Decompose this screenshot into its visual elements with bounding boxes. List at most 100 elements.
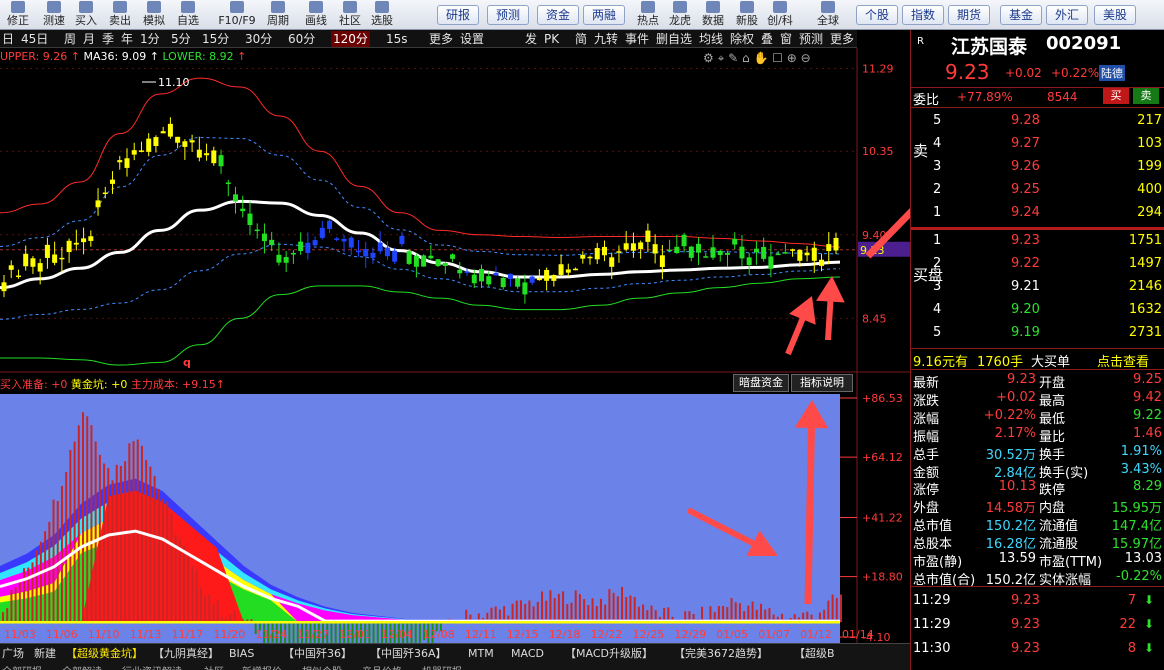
period-item-13[interactable]: 更多 (429, 31, 453, 47)
bid-volume-4: 1632 (1128, 302, 1162, 317)
period-item-2[interactable]: 周 (64, 31, 76, 47)
period-item-14[interactable]: 设置 (460, 31, 484, 47)
indicator-tab-6[interactable]: 【中国歼36A】 (370, 646, 447, 661)
x-date-label-12: 12/15 (507, 628, 539, 641)
quick-buy-button[interactable]: 买 (1103, 88, 1129, 104)
toolbar-button-12[interactable]: 龙虎 (664, 0, 696, 30)
toolbar-button-6[interactable]: F10/F9 (214, 0, 260, 30)
sub-tab-1[interactable]: 全部解读 (62, 663, 102, 670)
toolbar-tab-3[interactable]: 两融 (583, 5, 626, 25)
period-item-6[interactable]: 1分 (140, 31, 160, 47)
indicator-tab-10[interactable]: 【完美3672趋势】 (674, 646, 768, 661)
chart-tools[interactable]: ⚙ ⌖ ✎ ⌂ ✋ ☐ ⊕ ⊖ (703, 51, 811, 66)
toolbar-button-10[interactable]: 选股 (366, 0, 398, 30)
toolbar-button-9[interactable]: 社区 (334, 0, 366, 30)
toolbar-tab-7[interactable]: 基金 (1000, 5, 1043, 25)
toolbar-tab-1[interactable]: 预测 (487, 5, 530, 25)
period-item-4[interactable]: 季 (102, 31, 114, 47)
stat-label-8a: 总市值 (913, 519, 953, 535)
toolbar-tab-6[interactable]: 期货 (948, 5, 991, 25)
period-item-24[interactable]: 窗 (780, 31, 792, 47)
x-date-label-9: 12/04 (381, 628, 413, 641)
candle-body (37, 263, 43, 272)
toolbar-tab-2[interactable]: 资金 (537, 5, 580, 25)
period-item-23[interactable]: 叠 (761, 31, 773, 47)
histogram-bar (212, 604, 215, 623)
toolbar-tab-9[interactable]: 美股 (1094, 5, 1137, 25)
toolbar-button-7[interactable]: 周期 (262, 0, 294, 30)
dark-fund-button[interactable]: 暗盘资金 (733, 374, 789, 392)
indicator-tab-3[interactable]: 【九阴真经】 (153, 646, 219, 661)
toolbar-button-5[interactable]: 自选 (172, 0, 204, 30)
indicator-tab-1[interactable]: 新建 (34, 646, 56, 661)
period-item-9[interactable]: 30分 (245, 31, 272, 47)
candle-body (732, 238, 738, 245)
period-item-25[interactable]: 预测 (799, 31, 823, 47)
period-item-1[interactable]: 45日 (21, 31, 48, 47)
toolbar-button-15[interactable]: 创/科 (764, 0, 796, 30)
period-item-21[interactable]: 均线 (699, 31, 723, 47)
sub-tab-6[interactable]: 产品价格 (362, 663, 402, 670)
toolbar-button-14[interactable]: 新股 (731, 0, 763, 30)
stat-label-4a: 总手 (913, 447, 940, 463)
indicator-tab-5[interactable]: 【中国歼36】 (283, 646, 352, 661)
toolbar-button-8[interactable]: 画线 (300, 0, 332, 30)
big-order-link[interactable]: 点击查看 (1097, 351, 1149, 370)
indicator-tab-4[interactable]: BIAS (229, 646, 254, 661)
indicator-tab-11[interactable]: 【超级B (794, 646, 835, 661)
period-item-8[interactable]: 15分 (202, 31, 229, 47)
period-item-5[interactable]: 年 (121, 31, 133, 47)
toolbar-tab-0[interactable]: 研报 (437, 5, 480, 25)
histogram-bar (52, 499, 55, 623)
period-item-7[interactable]: 5分 (171, 31, 191, 47)
toolbar-tab-5[interactable]: 指数 (902, 5, 945, 25)
toolbar-icon (147, 1, 161, 13)
indicator-help-button[interactable]: 指标说明 (791, 374, 853, 392)
period-item-10[interactable]: 60分 (288, 31, 315, 47)
toolbar-button-1[interactable]: 测速 (38, 0, 70, 30)
period-item-15[interactable]: 发 (525, 31, 537, 47)
period-item-17[interactable]: 简 (575, 31, 587, 47)
sub-tab-4[interactable]: 新增报价 (242, 663, 282, 670)
toolbar-button-11[interactable]: 热点 (632, 0, 664, 30)
period-item-26[interactable]: 更多 (830, 31, 854, 47)
period-item-12[interactable]: 15s (386, 31, 408, 47)
period-item-11[interactable]: 120分 (331, 31, 370, 47)
sub-tab-2[interactable]: 行业资讯解读 (122, 663, 182, 670)
candle-body (507, 273, 513, 279)
indicator-tab-8[interactable]: MACD (511, 646, 544, 661)
toolbar-icon (181, 1, 195, 13)
exchange-tag[interactable]: 陆德 (1099, 65, 1125, 81)
indicator-tab-2[interactable]: 【超级黄金坑】 (66, 646, 143, 661)
toolbar-tab-4[interactable]: 个股 (856, 5, 899, 25)
toolbar-button-16[interactable]: 全球 (812, 0, 844, 30)
histogram-bar (599, 598, 602, 623)
period-item-16[interactable]: PK (544, 31, 559, 47)
toolbar-button-2[interactable]: 买入 (70, 0, 102, 30)
period-item-18[interactable]: 九转 (594, 31, 618, 47)
indicator-tab-7[interactable]: MTM (468, 646, 494, 661)
quick-sell-button[interactable]: 卖 (1133, 88, 1159, 104)
sub-tab-7[interactable]: 机器研报 (422, 663, 462, 670)
stat-label-0a: 最新 (913, 376, 940, 391)
sub-tab-5[interactable]: 相似个股 (302, 663, 342, 670)
bid-price-2: 9.22 (1011, 256, 1040, 271)
histogram-bar (6, 608, 9, 623)
toolbar-button-13[interactable]: 数据 (697, 0, 729, 30)
toolbar-button-0[interactable]: 修正 (2, 0, 34, 30)
indicator-tab-0[interactable]: 广场 (2, 646, 24, 661)
period-item-22[interactable]: 除权 (730, 31, 754, 47)
period-item-0[interactable]: 日 (2, 31, 14, 47)
sub-tab-0[interactable]: 全部研报 (2, 663, 42, 670)
indicator-tab-9[interactable]: 【MACD升级版】 (565, 646, 653, 661)
period-item-3[interactable]: 月 (83, 31, 95, 47)
period-item-20[interactable]: 删自选 (656, 31, 692, 47)
toolbar-tab-8[interactable]: 外汇 (1046, 5, 1089, 25)
stat-label-8b: 流通值 (1039, 519, 1079, 535)
toolbar-label: 数据 (702, 14, 724, 27)
toolbar-button-3[interactable]: 卖出 (104, 0, 136, 30)
period-item-19[interactable]: 事件 (625, 31, 649, 47)
stat-label-5a: 金额 (913, 465, 940, 481)
toolbar-button-4[interactable]: 模拟 (138, 0, 170, 30)
sub-tab-3[interactable]: 社区 (204, 663, 224, 670)
